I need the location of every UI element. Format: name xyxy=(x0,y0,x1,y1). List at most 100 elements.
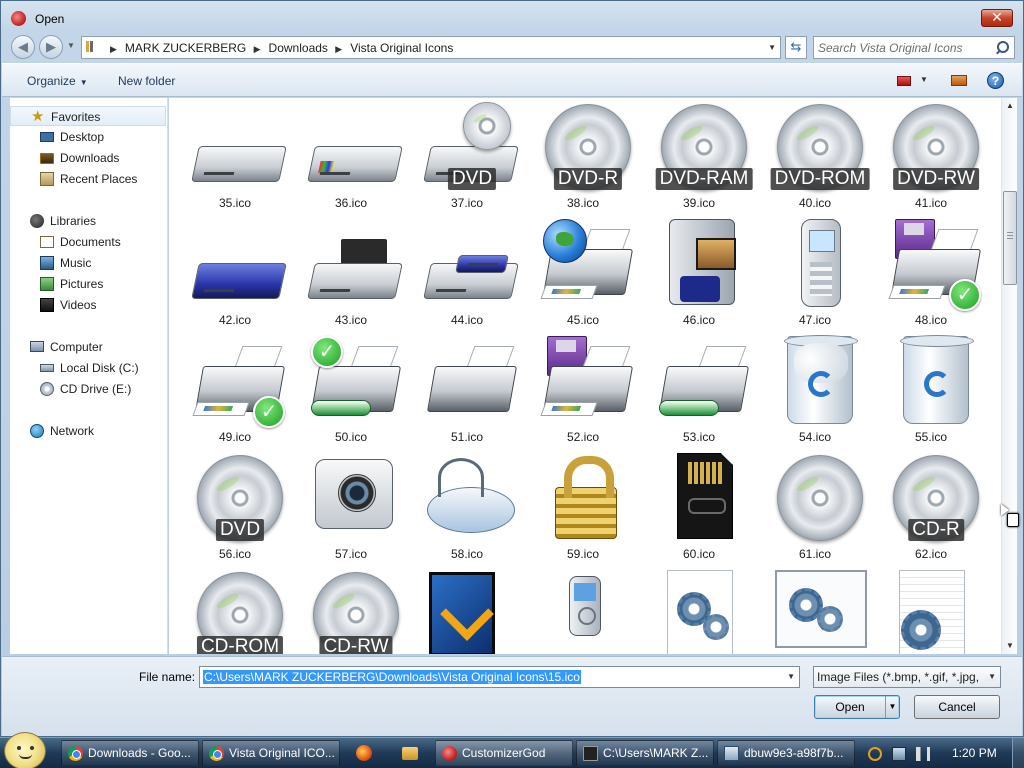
file-item[interactable]: 43.ico xyxy=(293,217,409,334)
file-item[interactable]: DVD-RW 41.ico xyxy=(873,100,989,217)
title-bar[interactable]: Open ✕ xyxy=(1,1,1023,35)
explorer-icon[interactable] xyxy=(402,747,418,760)
file-item[interactable]: ✓ 48.ico xyxy=(873,217,989,334)
close-button[interactable]: ✕ xyxy=(981,9,1013,27)
file-item[interactable]: DVD-R 38.ico xyxy=(525,100,641,217)
taskbar-item-chrome-vista-icons[interactable]: Vista Original ICO... xyxy=(202,740,340,766)
nav-videos[interactable]: Videos xyxy=(10,295,166,315)
nav-libraries[interactable]: Libraries xyxy=(10,211,166,231)
file-item[interactable]: ✓ 49.ico xyxy=(177,334,293,451)
filename-value[interactable]: C:\Users\MARK ZUCKERBERG\Downloads\Vista… xyxy=(203,670,581,684)
file-item[interactable]: DVD 56.ico xyxy=(177,451,293,568)
help-icon[interactable]: ? xyxy=(987,72,1004,89)
address-row: ◀ ▶ ▼ ▶ MARK ZUCKERBERG ▶ Downloads ▶ Vista… xyxy=(1,33,1023,61)
taskbar-item-7zip[interactable]: C:\Users\MARK Z... xyxy=(576,740,714,766)
new-folder-button[interactable]: New folder xyxy=(118,74,175,88)
nav-desktop[interactable]: Desktop xyxy=(10,127,166,147)
file-type-select[interactable]: Image Files (*.bmp, *.gif, *.jpg, ▼ xyxy=(813,666,1001,688)
file-item[interactable] xyxy=(409,568,525,654)
file-item[interactable]: 61.ico xyxy=(757,451,873,568)
nav-network[interactable]: Network xyxy=(10,421,166,441)
file-item[interactable] xyxy=(873,568,989,654)
network-status-icon[interactable] xyxy=(892,747,906,761)
refresh-button[interactable]: ⇆ xyxy=(785,36,807,59)
file-item[interactable]: 54.ico xyxy=(757,334,873,451)
firefox-icon[interactable] xyxy=(356,745,372,761)
show-desktop-button[interactable] xyxy=(1012,738,1024,768)
filename-history-dropdown-icon[interactable]: ▼ xyxy=(787,672,795,681)
nav-music[interactable]: Music xyxy=(10,253,166,273)
back-button[interactable]: ◀ xyxy=(11,35,35,59)
file-item[interactable]: 47.ico xyxy=(757,217,873,334)
taskbar-item-customizergod[interactable]: CustomizerGod xyxy=(435,740,573,766)
magnifier-icon[interactable] xyxy=(868,747,882,761)
file-item[interactable]: 55.ico xyxy=(873,334,989,451)
preview-pane-icon[interactable] xyxy=(951,75,967,86)
nav-cd-drive[interactable]: CD Drive (E:) xyxy=(10,379,166,399)
nav-recent-places[interactable]: Recent Places xyxy=(10,169,166,189)
clock[interactable]: 1:20 PM xyxy=(952,746,997,760)
cancel-button[interactable]: Cancel xyxy=(914,695,1000,719)
file-item[interactable]: ✓ 50.ico xyxy=(293,334,409,451)
address-bar[interactable]: ▶ MARK ZUCKERBERG ▶ Downloads ▶ Vista Origi… xyxy=(81,36,781,59)
view-options-dropdown-icon[interactable]: ▼ xyxy=(920,75,928,84)
chevron-down-icon[interactable]: ▼ xyxy=(985,672,996,681)
breadcrumb-chevron-icon[interactable]: ▶ xyxy=(254,44,261,55)
file-item[interactable]: CD-RW xyxy=(293,568,409,654)
open-options-dropdown-icon[interactable]: ▼ xyxy=(885,696,899,718)
vertical-scrollbar[interactable]: ▲ ▼ xyxy=(1001,98,1017,654)
search-box[interactable] xyxy=(813,36,1015,59)
file-item[interactable] xyxy=(525,568,641,654)
filename-input[interactable]: C:\Users\MARK ZUCKERBERG\Downloads\Vista… xyxy=(199,666,800,688)
file-item[interactable]: 58.ico xyxy=(409,451,525,568)
nav-documents[interactable]: Documents xyxy=(10,232,166,252)
organize-button[interactable]: Organize ▼ xyxy=(27,74,88,88)
start-button[interactable] xyxy=(4,732,46,768)
file-item[interactable]: DVD 37.ico xyxy=(409,100,525,217)
file-item[interactable]: 35.ico xyxy=(177,100,293,217)
file-item[interactable]: 59.ico xyxy=(525,451,641,568)
breadcrumb-item[interactable]: Vista Original Icons xyxy=(350,41,453,55)
nav-local-disk[interactable]: Local Disk (C:) xyxy=(10,358,166,378)
file-item[interactable] xyxy=(641,568,757,654)
nav-pictures[interactable]: Pictures xyxy=(10,274,166,294)
forward-button[interactable]: ▶ xyxy=(39,35,63,59)
file-item[interactable]: 46.ico xyxy=(641,217,757,334)
nav-computer[interactable]: Computer xyxy=(10,337,166,357)
file-item[interactable]: 51.ico xyxy=(409,334,525,451)
file-item[interactable]: 57.ico xyxy=(293,451,409,568)
file-item[interactable] xyxy=(757,568,873,654)
file-item[interactable]: 42.ico xyxy=(177,217,293,334)
search-input[interactable] xyxy=(818,40,988,56)
taskbar-item-chrome-downloads[interactable]: Downloads - Goo... xyxy=(61,740,199,766)
file-item[interactable]: 53.ico xyxy=(641,334,757,451)
nav-favorites[interactable]: ★ Favorites xyxy=(10,106,166,126)
file-item[interactable]: 45.ico xyxy=(525,217,641,334)
scroll-up-icon[interactable]: ▲ xyxy=(1002,98,1018,114)
file-item[interactable]: CD-R 62.ico xyxy=(873,451,989,568)
file-item[interactable]: 52.ico xyxy=(525,334,641,451)
address-dropdown-icon[interactable]: ▼ xyxy=(768,43,776,52)
file-item[interactable]: CD-ROM xyxy=(177,568,293,654)
search-icon[interactable] xyxy=(994,41,1009,55)
change-view-icon[interactable] xyxy=(897,76,911,86)
file-list[interactable]: 35.ico 36.ico DVD 37.ico DVD-R 38.ico DVD-RAM 3… xyxy=(169,98,1001,654)
nav-downloads[interactable]: Downloads xyxy=(10,148,166,168)
file-item[interactable]: 60.ico xyxy=(641,451,757,568)
recent-pages-dropdown-icon[interactable]: ▼ xyxy=(67,41,75,50)
file-item[interactable]: DVD-RAM 39.ico xyxy=(641,100,757,217)
breadcrumb-chevron-icon[interactable]: ▶ xyxy=(335,44,342,55)
file-item[interactable]: 44.ico xyxy=(409,217,525,334)
taskbar-item-image-file[interactable]: dbuw9e3-a98f7b... xyxy=(717,740,855,766)
file-item[interactable]: 36.ico xyxy=(293,100,409,217)
volume-icon[interactable] xyxy=(916,747,930,761)
breadcrumb-chevron-icon[interactable]: ▶ xyxy=(110,44,117,55)
scroll-down-icon[interactable]: ▼ xyxy=(1002,638,1018,654)
scroll-thumb[interactable] xyxy=(1003,191,1017,285)
open-button[interactable]: Open ▼ xyxy=(814,695,900,719)
file-item[interactable]: DVD-ROM 40.ico xyxy=(757,100,873,217)
breadcrumb-item[interactable]: Downloads xyxy=(269,41,328,55)
open-label: Open xyxy=(835,700,865,714)
open-dialog: Open ✕ ◀ ▶ ▼ ▶ MARK ZUCKERBERG ▶ Downloads… xyxy=(0,0,1024,737)
breadcrumb-item[interactable]: MARK ZUCKERBERG xyxy=(125,41,246,55)
